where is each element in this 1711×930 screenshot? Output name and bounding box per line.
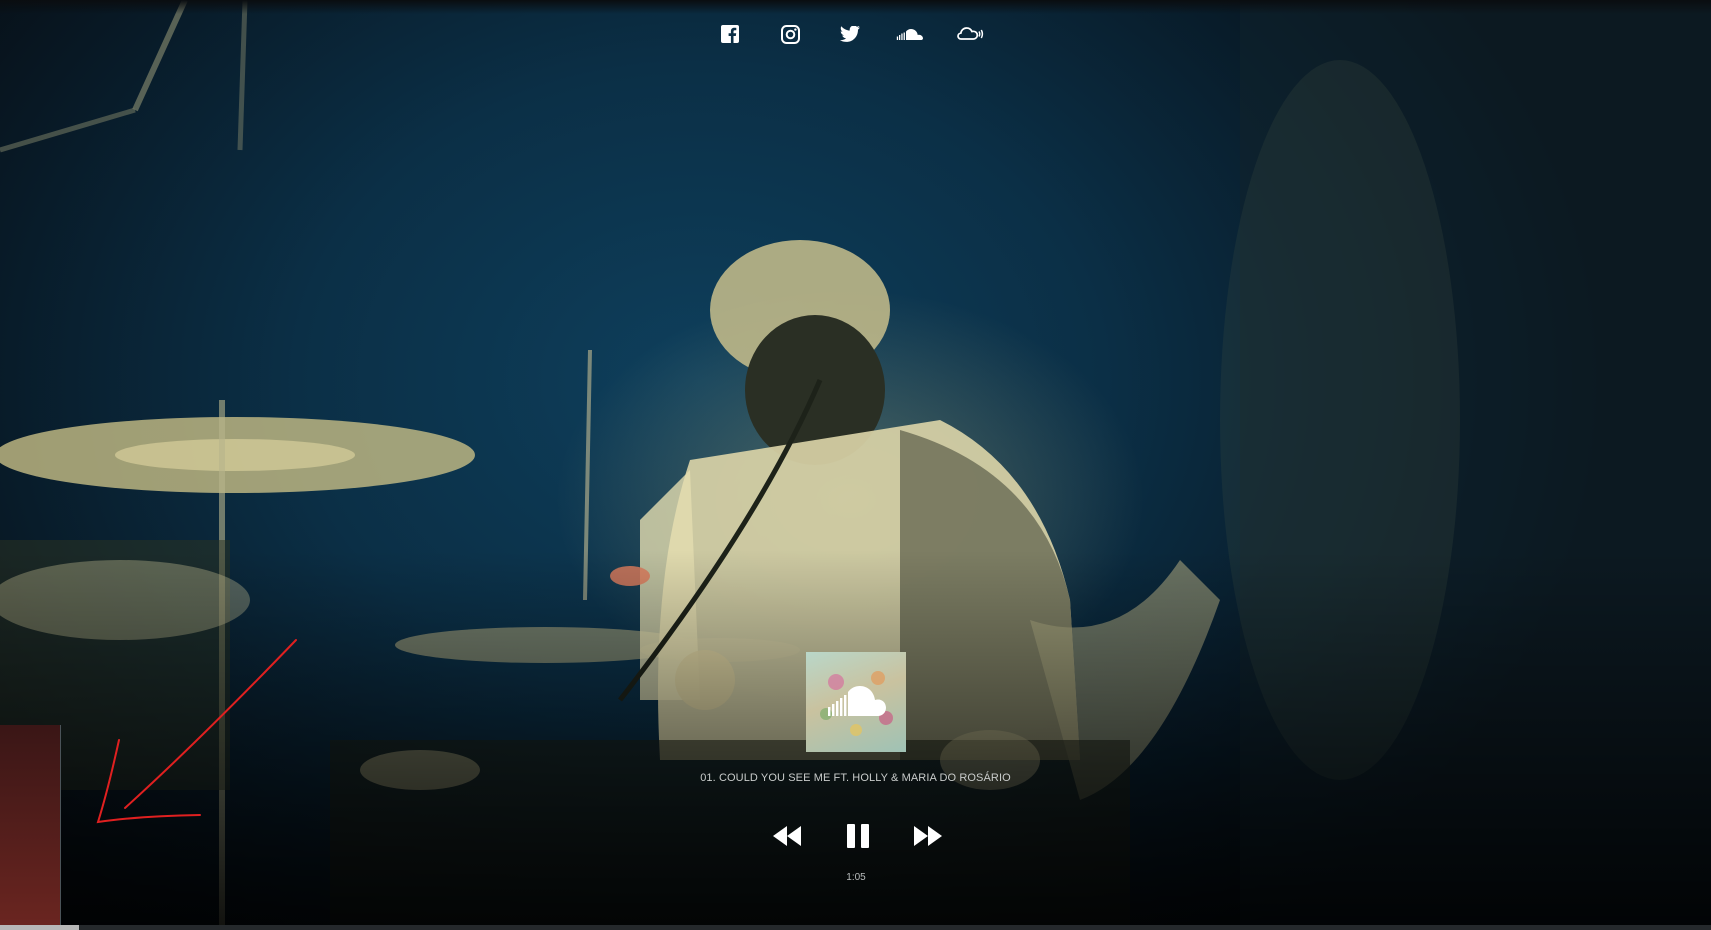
fast-forward-button[interactable] bbox=[911, 819, 945, 853]
side-panel[interactable] bbox=[0, 725, 61, 925]
background-photo: 01. COULD YOU SEE ME FT. HOLLY & MARIA D… bbox=[0, 0, 1711, 930]
mixcloud-icon[interactable] bbox=[950, 20, 990, 48]
player-controls bbox=[770, 818, 945, 854]
soundcloud-icon[interactable] bbox=[890, 20, 930, 48]
fast-forward-icon bbox=[914, 826, 942, 846]
progress-fill bbox=[0, 925, 79, 930]
soundcloud-icon bbox=[820, 671, 893, 736]
top-shade bbox=[0, 0, 1711, 14]
track-title: 01. COULD YOU SEE ME FT. HOLLY & MARIA D… bbox=[700, 772, 1011, 784]
social-links bbox=[710, 20, 1010, 48]
track-artwork[interactable] bbox=[806, 652, 906, 752]
twitter-icon[interactable] bbox=[830, 20, 870, 48]
facebook-icon[interactable] bbox=[710, 20, 750, 48]
rewind-icon bbox=[773, 826, 801, 846]
elapsed-time: 1:05 bbox=[846, 872, 866, 883]
pause-icon bbox=[846, 824, 869, 848]
pause-button[interactable] bbox=[841, 819, 875, 853]
progress-bar[interactable] bbox=[0, 925, 1711, 930]
rewind-button[interactable] bbox=[770, 819, 804, 853]
instagram-icon[interactable] bbox=[770, 20, 810, 48]
